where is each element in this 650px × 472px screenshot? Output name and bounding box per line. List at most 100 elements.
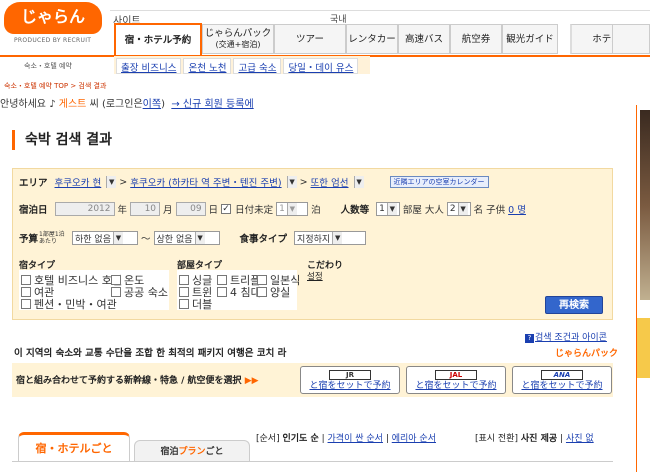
year-input[interactable]: 2012 [54,202,115,216]
header-divider [110,10,650,11]
subnav-dayuse[interactable]: 당일・데이 유스 [283,58,359,74]
nights-select[interactable]: 1 ▼ [276,202,309,216]
area-city-link[interactable]: 후쿠오카 (하카타 역 주변・텐진 주변) [130,175,281,189]
nights-value: 1 [279,204,285,214]
room-type-item[interactable]: 양실 [257,284,290,300]
flight-text: 宿と組み合わせて予約する新幹線・特急 / 航空便を選択 ▶▶ [16,373,259,386]
area-sub-link[interactable]: 또한 엄선 [311,175,349,189]
area-pref-link[interactable]: 후쿠오카 현 [55,175,102,189]
subnav-section-label: 숙소・호텔 예약 [24,62,72,70]
date-row: 宿泊日 2012 年 10 月 09 日 日付未定 1▼ 泊 人数等 1▼ 部屋… [19,202,526,216]
adults-value: 2 [449,204,456,214]
help-link-label: 검색 조건과 아이콘 [535,333,607,343]
adults-label: 大人 [424,205,444,216]
tab-jalan-pack[interactable]: じゃらんパック (交通+宿泊) [202,24,274,54]
room-type-item[interactable]: 4 침대 [217,284,261,300]
jalan-logo[interactable]: じゃらん [4,2,102,34]
hotel-type-checkbox[interactable] [21,299,31,309]
area-row: エリア 후쿠오카 현 ▼ > 후쿠오카 (하카타 역 주변・텐진 주변) ▼ >… [19,175,489,189]
tab-sightseeing[interactable]: 観光ガイド [502,24,558,54]
flight-text-label: 宿と組み合わせて予約する新幹線・特急 / 航空便を選択 [16,376,242,386]
area-sub-select[interactable]: ▼ [352,175,364,189]
site-header: じゃらん PRODUCED BY RECRUIT 사이트 국내 宿・ホテル予約 … [0,0,650,57]
subnav-luxury[interactable]: 고급 숙소 [233,58,282,74]
photo-without[interactable]: 사진 없 [566,434,594,444]
budget-sub: 1部屋1泊あたり [39,231,65,245]
jr-button[interactable]: JR と宿をセットで予約 [300,366,400,394]
page-title: 숙박 검색 결과 [12,130,112,150]
budget-label: 予算 [19,234,39,245]
photo-toggle: [표시 전환] 사진 제공 | 사진 없 [475,431,594,444]
area-pref-select[interactable]: ▼ [104,175,117,189]
month-input[interactable]: 10 [130,202,161,216]
room-type-checkbox[interactable] [217,287,227,297]
tab-airline[interactable]: 航空券 [450,24,502,54]
greeting-suffix: 씨 [89,99,99,110]
side-banner-photo[interactable] [640,110,650,300]
day-input[interactable]: 09 [175,202,206,216]
rooms-select[interactable]: 1 ▼ [376,202,400,216]
sort-review[interactable]: 에리아 순서 [392,434,436,444]
tab-tour[interactable]: ツアー [274,24,346,54]
nights-unit: 泊 [311,205,321,216]
register-link[interactable]: → 신규 회원 등록에 [171,99,253,110]
re-search-button[interactable]: 再検索 [545,296,603,314]
child-label: 子供 [486,205,506,216]
package-text: 이 지역의 숙소와 교통 수단을 조합 한 최적의 패키지 여행은 코치 라 [14,348,287,359]
arrow-icon: ♪ [49,99,56,110]
breadcrumb[interactable]: 숙소・호텔 예약 TOP > 검색 결과 [4,81,106,91]
budget-max-select[interactable]: 상한 없음 ▼ [153,231,220,245]
nearby-calendar-button[interactable]: 近隣エリアの空室カレンダー [389,176,489,188]
tab-by-plan[interactable]: 宿泊プランごと [134,440,250,462]
chevron-down-icon: ▼ [286,176,297,188]
tab-highway-bus[interactable]: 高速バス [398,24,450,54]
login-link[interactable]: 이쪽 [143,99,161,110]
tab-jalan-pack-label: じゃらんパック [204,28,272,39]
date-undecided-checkbox[interactable] [221,204,232,214]
adults-unit: 名 [473,205,484,216]
photo-sep: | [560,434,564,444]
sort-popular[interactable]: 인기도 순 [282,434,318,444]
kodawari-link[interactable]: 설정 [307,270,323,282]
ana-cta: と宿をセットで予約 [521,381,603,391]
sort-cheap[interactable]: 가격이 싼 순서 [328,434,383,444]
tab-by-plan-b: プラン [178,447,206,457]
photo-prefix: [표시 전환] [475,434,519,444]
subnav-onsen[interactable]: 온천 노천 [183,58,232,74]
hotel-type-panel: 호텔 비즈니스 호텔 온도 여관 공공 숙소 펜션・민박・여관 [19,270,169,312]
flight-bar: 宿と組み合わせて予約する新幹線・特急 / 航空便を選択 ▶▶ JR と宿をセット… [12,363,613,397]
side-badge[interactable] [637,318,650,378]
chevron-down-icon: ▼ [113,232,123,244]
separator-icon: > [299,176,308,188]
date-undecided-label: 日付未定 [235,205,274,216]
login-prefix: (로그인은 [101,99,143,110]
hotel-type-pension: 펜션・민박・여관 [34,298,117,311]
jal-button[interactable]: JAL と宿をセットで予約 [406,366,506,394]
room-type-item[interactable]: 더블 [179,296,212,312]
jal-cta: と宿をセットで予約 [415,381,497,391]
tab-jalan-pack-sub: (交通+宿泊) [215,40,261,49]
subnav-business[interactable]: 출장 비즈니스 [116,58,182,74]
jalan-pack-logo[interactable]: じゃらんパック [555,346,618,359]
rail-tab[interactable] [612,24,650,54]
tab-hotel-booking[interactable]: 宿・ホテル予約 [114,23,202,55]
budget-row: 予算 1部屋1泊あたり 하한 없음 ▼ 〜 상한 없음 ▼ 食事タイプ 지정하지 ▼ [19,231,367,245]
tab-by-hotel[interactable]: 宿・ホテルごと [18,432,130,462]
area-city-select[interactable]: ▼ [285,175,297,189]
room-type-checkbox[interactable] [257,287,267,297]
help-link[interactable]: ? 검색 조건과 아이콘 [525,330,607,343]
sort-options: [순서] 인기도 순 | 가격이 싼 순서 | 에리아 순서 [256,431,436,444]
room-type-checkbox[interactable] [179,299,189,309]
meal-select[interactable]: 지정하지 ▼ [294,231,367,245]
budget-min-select[interactable]: 하한 없음 ▼ [72,231,139,245]
tab-rental-car[interactable]: レンタカー [346,24,398,54]
budget-min-value: 하한 없음 [75,234,111,245]
child-link[interactable]: 0 명 [508,202,526,216]
photo-with[interactable]: 사진 제공 [521,434,557,444]
chevron-down-icon: ▼ [106,176,117,188]
hotel-type-item[interactable]: 펜션・민박・여관 [21,296,117,312]
adults-select[interactable]: 2 ▼ [446,202,471,216]
ana-button[interactable]: ANA と宿をセットで予約 [512,366,612,394]
hotel-type-item[interactable]: 공공 숙소 [111,284,168,300]
tabs-divider [12,461,613,462]
